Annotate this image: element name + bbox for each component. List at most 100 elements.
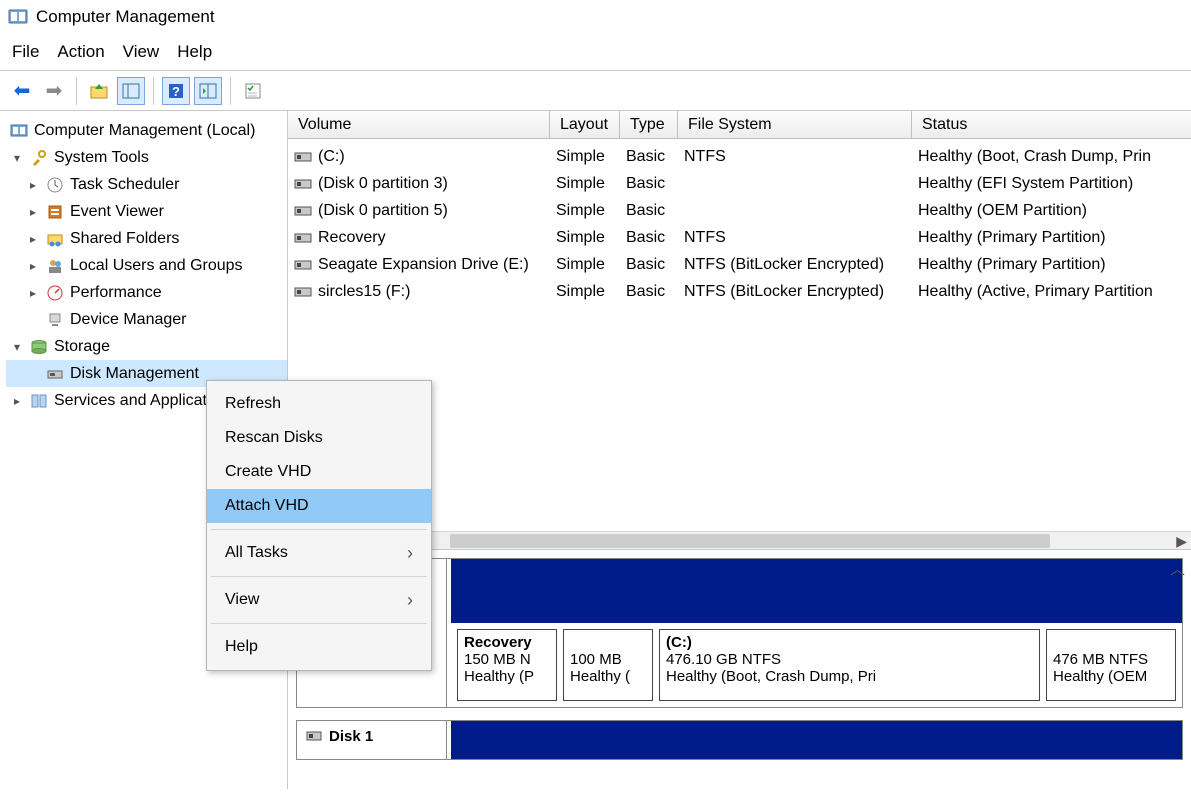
chevron-right-icon[interactable]	[26, 259, 40, 273]
chevron-right-icon[interactable]	[26, 205, 40, 219]
volume-type: Basic	[626, 229, 684, 247]
volume-type: Basic	[626, 256, 684, 274]
volume-status: Healthy (OEM Partition)	[918, 202, 1191, 220]
tree-system-tools[interactable]: System Tools	[6, 144, 287, 171]
services-icon	[30, 392, 48, 410]
chevron-right-icon[interactable]	[26, 178, 40, 192]
toolbar: ⬅ ➡ ?	[0, 71, 1191, 111]
menu-refresh-label: Refresh	[225, 395, 281, 413]
volume-icon	[294, 150, 312, 164]
volume-type: Basic	[626, 148, 684, 166]
volume-icon	[294, 258, 312, 272]
tree-storage[interactable]: Storage	[6, 333, 287, 360]
toolbar-separator	[76, 77, 77, 105]
menu-refresh[interactable]: Refresh	[207, 387, 431, 421]
volume-name: (Disk 0 partition 5)	[318, 202, 448, 220]
scroll-up-icon[interactable]: ︿	[1170, 558, 1185, 579]
volume-icon	[294, 177, 312, 191]
volume-status: Healthy (Boot, Crash Dump, Prin	[918, 148, 1191, 166]
part-title: (C:)	[666, 634, 1033, 651]
menu-view[interactable]: View	[123, 42, 160, 62]
help-button[interactable]: ?	[162, 77, 190, 105]
folder-up-icon	[89, 81, 109, 101]
tree-shared-folders[interactable]: Shared Folders	[6, 225, 287, 252]
volume-row[interactable]: (C:) Simple Basic NTFS Healthy (Boot, Cr…	[288, 143, 1191, 170]
performance-icon	[46, 284, 64, 302]
shared-folder-icon	[46, 230, 64, 248]
chevron-down-icon[interactable]	[10, 340, 24, 354]
menu-create-vhd[interactable]: Create VHD	[207, 455, 431, 489]
chevron-right-icon[interactable]	[26, 286, 40, 300]
tree-task-scheduler[interactable]: Task Scheduler	[6, 171, 287, 198]
refresh-view-button[interactable]	[194, 77, 222, 105]
volume-row[interactable]: sircles15 (F:) Simple Basic NTFS (BitLoc…	[288, 278, 1191, 305]
part-title: Recovery	[464, 634, 550, 651]
disk0-part-c[interactable]: (C:) 476.10 GB NTFS Healthy (Boot, Crash…	[659, 629, 1040, 701]
list-panes-icon	[199, 82, 217, 100]
show-tree-button[interactable]	[117, 77, 145, 105]
menu-create-vhd-label: Create VHD	[225, 463, 311, 481]
tree-storage-label: Storage	[54, 338, 110, 356]
menu-separator	[211, 623, 427, 624]
menu-attach-vhd[interactable]: Attach VHD	[207, 489, 431, 523]
volume-name: Seagate Expansion Drive (E:)	[318, 256, 529, 274]
app-icon	[8, 7, 28, 27]
col-layout[interactable]: Layout	[550, 111, 620, 138]
disk1-label[interactable]: Disk 1	[297, 721, 447, 759]
chevron-right-icon[interactable]	[10, 394, 24, 408]
part-status: Healthy (OEM	[1053, 668, 1169, 685]
nav-forward-button[interactable]: ➡	[40, 77, 68, 105]
col-file-system[interactable]: File System	[678, 111, 912, 138]
menu-view[interactable]: View	[207, 583, 431, 617]
tree-system-tools-label: System Tools	[54, 149, 149, 167]
menu-help[interactable]: Help	[177, 42, 212, 62]
volume-row[interactable]: Seagate Expansion Drive (E:) Simple Basi…	[288, 251, 1191, 278]
volume-fs: NTFS (BitLocker Encrypted)	[684, 283, 918, 301]
tree-performance[interactable]: Performance	[6, 279, 287, 306]
volume-status: Healthy (Primary Partition)	[918, 256, 1191, 274]
volume-fs: NTFS (BitLocker Encrypted)	[684, 256, 918, 274]
tree-local-users[interactable]: Local Users and Groups	[6, 252, 287, 279]
menu-view-label: View	[225, 591, 259, 609]
nav-back-button[interactable]: ⬅	[8, 77, 36, 105]
up-level-button[interactable]	[85, 77, 113, 105]
volume-name: (C:)	[318, 148, 345, 166]
volume-row[interactable]: (Disk 0 partition 3) Simple Basic Health…	[288, 170, 1191, 197]
volume-type: Basic	[626, 202, 684, 220]
volume-fs: NTFS	[684, 148, 918, 166]
col-status[interactable]: Status	[912, 111, 1191, 138]
tree-root[interactable]: Computer Management (Local)	[6, 117, 287, 144]
menu-rescan[interactable]: Rescan Disks	[207, 421, 431, 455]
col-volume[interactable]: Volume	[288, 111, 550, 138]
volume-layout: Simple	[556, 175, 626, 193]
volume-icon	[294, 285, 312, 299]
scroll-right-icon[interactable]: ▶	[1176, 533, 1187, 550]
menu-file[interactable]: File	[12, 42, 39, 62]
context-menu: Refresh Rescan Disks Create VHD Attach V…	[206, 380, 432, 671]
menu-help[interactable]: Help	[207, 630, 431, 664]
volume-header: Volume Layout Type File System Status	[288, 111, 1191, 139]
help-icon: ?	[167, 82, 185, 100]
titlebar: Computer Management	[0, 0, 1191, 34]
clock-icon	[46, 176, 64, 194]
menu-action[interactable]: Action	[57, 42, 104, 62]
volume-row[interactable]: Recovery Simple Basic NTFS Healthy (Prim…	[288, 224, 1191, 251]
chevron-down-icon[interactable]	[10, 151, 24, 165]
chevron-right-icon[interactable]	[26, 232, 40, 246]
part-status: Healthy (	[570, 668, 646, 685]
arrow-right-icon: ➡	[46, 78, 63, 103]
volume-row[interactable]: (Disk 0 partition 5) Simple Basic Health…	[288, 197, 1191, 224]
scroll-thumb[interactable]	[450, 534, 1050, 548]
disk0-part-recovery[interactable]: Recovery 150 MB N Healthy (P	[457, 629, 557, 701]
tree-event-viewer[interactable]: Event Viewer	[6, 198, 287, 225]
tree-shared-folders-label: Shared Folders	[70, 230, 179, 248]
volume-layout: Simple	[556, 148, 626, 166]
properties-button[interactable]	[239, 77, 267, 105]
tree-device-manager[interactable]: Device Manager	[6, 306, 287, 333]
disk0-part-efi[interactable]: 100 MB Healthy (	[563, 629, 653, 701]
storage-icon	[30, 338, 48, 356]
col-type[interactable]: Type	[620, 111, 678, 138]
tree-disk-management-label: Disk Management	[70, 365, 199, 383]
disk0-part-oem[interactable]: 476 MB NTFS Healthy (OEM	[1046, 629, 1176, 701]
menu-all-tasks[interactable]: All Tasks	[207, 536, 431, 570]
